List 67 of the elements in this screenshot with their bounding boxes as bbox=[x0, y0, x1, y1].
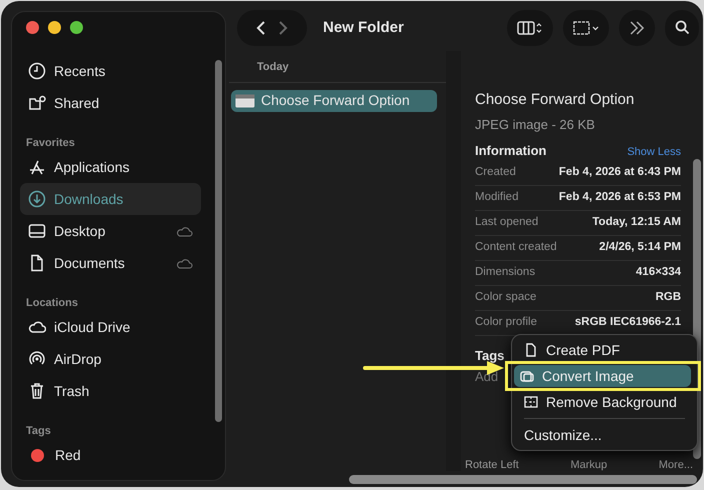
sidebar-item[interactable]: Shared bbox=[20, 87, 201, 119]
minimize-button[interactable] bbox=[48, 21, 61, 34]
search-icon bbox=[675, 20, 689, 36]
close-button[interactable] bbox=[26, 21, 39, 34]
more-tools-button[interactable] bbox=[619, 10, 655, 46]
info-label: Color space bbox=[475, 290, 536, 305]
sidebar-item[interactable]: Downloads bbox=[20, 183, 201, 215]
columns-icon bbox=[517, 20, 543, 36]
file-name: Choose Forward Option bbox=[475, 90, 636, 110]
tag-input-field[interactable]: Add bbox=[475, 367, 515, 386]
info-value: 416×334 bbox=[636, 264, 681, 280]
document-icon bbox=[524, 343, 538, 357]
info-value: Feb 4, 2026 at 6:43 PM bbox=[558, 164, 681, 180]
action-link[interactable]: Rotate Left bbox=[465, 457, 519, 474]
sidebar-item[interactable]: Desktop bbox=[20, 215, 201, 247]
section-heading: Locations bbox=[25, 296, 79, 311]
menu-item[interactable]: Convert Image bbox=[514, 365, 691, 387]
display-icon bbox=[28, 222, 46, 240]
checkered-image-icon bbox=[524, 395, 538, 409]
images-icon bbox=[520, 369, 534, 383]
grid-icon bbox=[573, 20, 599, 36]
show-less-link[interactable]: Show Less bbox=[627, 144, 681, 160]
sidebar-item[interactable]: Documents bbox=[20, 247, 201, 279]
info-label: Last opened bbox=[475, 214, 538, 230]
app-store-icon bbox=[28, 158, 46, 176]
info-value: Feb 4, 2026 at 6:53 PM bbox=[558, 190, 681, 205]
info-value: Today, 12:15 AM bbox=[592, 214, 681, 230]
action-link[interactable]: More... bbox=[658, 457, 693, 474]
info-value: sRGB IEC61966-2.1 bbox=[574, 314, 681, 330]
section-heading: Favorites bbox=[25, 136, 76, 151]
menu-item[interactable]: Remove Background bbox=[518, 391, 691, 413]
search-button[interactable] bbox=[665, 10, 699, 46]
tags-label: Tags bbox=[475, 346, 504, 365]
menu-item[interactable]: Create PDF bbox=[518, 339, 691, 361]
info-label: Color profile bbox=[475, 314, 537, 330]
trash-icon bbox=[28, 382, 46, 400]
clock-icon bbox=[28, 62, 46, 80]
menu-item[interactable]: Customize... bbox=[518, 424, 691, 446]
view-columns-button[interactable] bbox=[507, 10, 553, 46]
action-link[interactable]: Markup bbox=[570, 457, 608, 474]
scrollbar-thumb[interactable] bbox=[349, 475, 697, 484]
section-heading: Information bbox=[475, 142, 546, 160]
info-label: Modified bbox=[475, 190, 518, 205]
info-label: Dimensions bbox=[475, 264, 536, 280]
info-value: RGB bbox=[655, 290, 681, 305]
sidebar-item[interactable]: Applications bbox=[20, 151, 201, 183]
info-label: Content created bbox=[475, 240, 557, 255]
info-value: 2/4/26, 5:14 PM bbox=[599, 240, 681, 255]
sidebar-item[interactable]: Trash bbox=[20, 375, 201, 407]
zoom-button[interactable] bbox=[70, 21, 83, 34]
info-label: Created bbox=[475, 164, 516, 180]
back-icon bbox=[256, 20, 266, 36]
sidebar-item[interactable]: iCloud Drive bbox=[20, 311, 201, 343]
file-kind: JPEG image - 26 KB bbox=[475, 116, 596, 134]
sidebar-item[interactable]: Recents bbox=[20, 55, 201, 87]
download-icon bbox=[28, 190, 46, 208]
forward-icon bbox=[278, 20, 288, 36]
file-row[interactable]: Choose Forward Option bbox=[231, 90, 437, 112]
sidebar-item[interactable]: Red bbox=[20, 439, 201, 471]
shared-folder-icon bbox=[28, 94, 46, 112]
sidebar-item[interactable]: AirDrop bbox=[20, 343, 201, 375]
window-title: New Folder bbox=[323, 18, 404, 38]
double-chevron-icon bbox=[629, 20, 645, 36]
section-heading: Tags bbox=[25, 424, 52, 439]
group-button[interactable] bbox=[563, 10, 609, 46]
image-file-icon bbox=[235, 94, 255, 108]
scrollbar-thumb[interactable] bbox=[215, 60, 222, 422]
